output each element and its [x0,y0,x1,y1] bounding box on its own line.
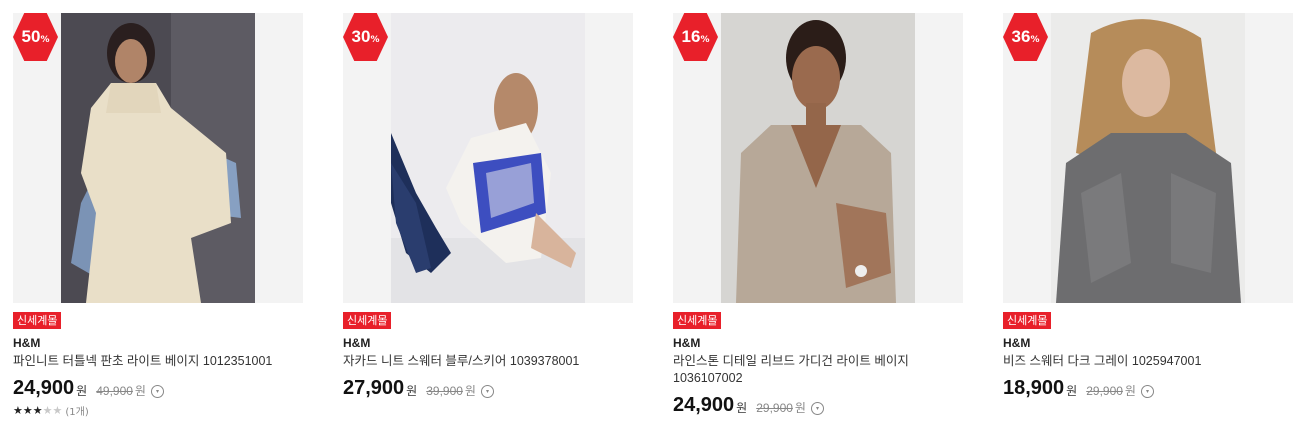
original-price: 49,900 [96,383,133,398]
star-icon: ★ [22,404,33,417]
product-brand[interactable]: H&M [1003,336,1293,350]
review-count[interactable]: (1개) [65,403,88,418]
star-icon: ★ [32,404,43,417]
sale-price: 24,900 [673,394,735,416]
sale-price-currency: 원 [406,384,418,398]
sale-price-currency: 원 [736,401,748,415]
product-image-frame[interactable]: 36% [1003,13,1293,303]
info-circle-icon[interactable]: ▾ [150,384,164,398]
store-tag: 신세계몰 [13,312,62,329]
discount-percent-sign: % [40,34,50,45]
product-name[interactable]: 비즈 스웨터 다크 그레이 1025947001 [1003,353,1293,370]
price-row: 24,900 원 29,900 원 ▾ [673,394,963,417]
star-icon: ★ [52,404,63,417]
store-tag: 신세계몰 [673,312,722,329]
discount-badge: 16% [673,13,718,61]
discount-percent-sign: % [1030,34,1040,45]
discount-percent-sign: % [700,34,710,45]
product-name[interactable]: 파인니트 터틀넥 판초 라이트 베이지 1012351001 [13,353,303,370]
price-row: 27,900 원 39,900 원 ▾ [343,377,633,400]
store-tag: 신세계몰 [343,312,392,329]
product-image-frame[interactable]: 16% [673,13,963,303]
product-photo[interactable] [1051,13,1245,303]
original-price: 39,900 [426,383,463,398]
product-name[interactable]: 자카드 니트 스웨터 블루/스키어 1039378001 [343,353,633,370]
sale-price-currency: 원 [76,384,88,398]
sale-price-currency: 원 [1066,384,1078,398]
star-icon: ★ [13,404,23,417]
discount-badge: 50% [13,13,58,61]
price-row: 18,900 원 29,900 원 ▾ [1003,377,1293,400]
info-circle-icon[interactable]: ▾ [1140,384,1154,398]
discount-value: 30 [351,27,371,46]
original-price: 29,900 [756,400,793,415]
sale-price: 24,900 [13,377,75,399]
store-tag: 신세계몰 [1003,312,1052,329]
product-image-frame[interactable]: 50% [13,13,303,303]
original-price-currency: 원 [1124,384,1136,398]
product-card[interactable]: 16% 신세계몰 H&M 라인스톤 디테일 리브드 가디건 라이트 베이지 10… [673,13,963,417]
product-name[interactable]: 라인스톤 디테일 리브드 가디건 라이트 베이지 1036107002 [673,353,963,387]
original-price: 29,900 [1086,383,1123,398]
discount-percent-sign: % [370,34,380,45]
original-price-currency: 원 [794,401,806,415]
info-circle-icon[interactable]: ▾ [480,384,494,398]
sale-price: 27,900 [343,377,405,399]
product-grid: 50% 신세계몰 H&M 파인니트 터틀넥 판초 라이트 베이지 1012351… [0,0,1297,447]
original-price-currency: 원 [464,384,476,398]
product-image-frame[interactable]: 30% [343,13,633,303]
discount-value: 36 [1011,27,1031,46]
discount-badge: 36% [1003,13,1048,61]
product-card[interactable]: 50% 신세계몰 H&M 파인니트 터틀넥 판초 라이트 베이지 1012351… [13,13,303,418]
discount-badge: 30% [343,13,388,61]
product-photo[interactable] [391,13,585,303]
price-row: 24,900 원 49,900 원 ▾ [13,377,303,400]
product-brand[interactable]: H&M [343,336,633,350]
star-icon: ★ [42,404,53,417]
product-brand[interactable]: H&M [13,336,303,350]
product-card[interactable]: 36% 신세계몰 H&M 비즈 스웨터 다크 그레이 1025947001 18… [1003,13,1293,400]
discount-value: 16 [681,27,701,46]
rating: ★ ★ ★ ★ ★ (1개) [13,403,303,418]
product-photo[interactable] [721,13,915,303]
product-photo[interactable] [61,13,255,303]
discount-value: 50 [21,27,41,46]
product-brand[interactable]: H&M [673,336,963,350]
info-circle-icon[interactable]: ▾ [810,401,824,415]
sale-price: 18,900 [1003,377,1065,399]
original-price-currency: 원 [134,384,146,398]
product-card[interactable]: 30% 신세계몰 H&M 자카드 니트 스웨터 블루/스키어 103937800… [343,13,633,400]
